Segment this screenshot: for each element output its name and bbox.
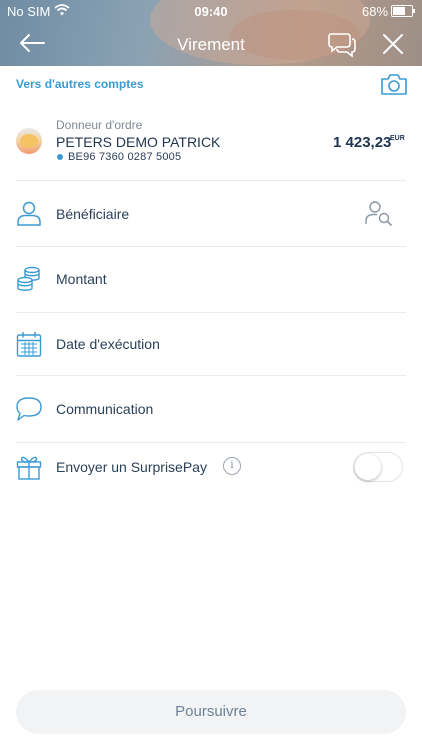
status-bar: No SIM 09:40 68% [0, 0, 422, 22]
person-icon [17, 201, 41, 226]
divider [16, 180, 406, 181]
speech-bubble-icon [16, 397, 42, 421]
orderer-label: Donneur d'ordre [56, 118, 143, 132]
battery-icon [391, 5, 415, 17]
communication-label: Communication [56, 401, 154, 417]
camera-icon[interactable] [380, 72, 408, 96]
coins-icon [17, 266, 40, 291]
surprisepay-toggle[interactable] [353, 452, 403, 482]
close-icon[interactable] [382, 33, 404, 55]
orderer-iban: BE96 7360 0287 5005 [68, 151, 182, 163]
gift-icon [16, 456, 42, 480]
balance-currency: EUR [390, 135, 405, 142]
battery-percentage: 68% [362, 4, 389, 19]
divider [16, 442, 406, 443]
chat-icon[interactable] [327, 30, 357, 58]
clock: 09:40 [194, 4, 228, 19]
page-title: Virement [177, 35, 245, 54]
divider [16, 246, 406, 247]
divider [16, 312, 406, 313]
search-contact-icon[interactable] [365, 200, 393, 226]
account-avatar [16, 128, 42, 154]
account-dot [57, 154, 63, 160]
info-icon[interactable]: i [223, 457, 241, 475]
account-balance: 1 423,23 [333, 134, 392, 151]
toggle-knob [355, 454, 381, 480]
continue-button[interactable]: Poursuivre [16, 690, 406, 734]
header: No SIM 09:40 68% Virement [0, 0, 422, 66]
execution-date-label: Date d'exécution [56, 336, 160, 352]
surprisepay-label: Envoyer un SurprisePay [56, 459, 207, 475]
orderer-name: PETERS DEMO PATRICK [56, 134, 221, 150]
amount-label: Montant [56, 271, 107, 287]
divider [16, 375, 406, 376]
beneficiary-label: Bénéficiaire [56, 206, 130, 222]
calendar-icon [16, 332, 42, 357]
other-accounts-link[interactable]: Vers d'autres comptes [16, 77, 144, 91]
